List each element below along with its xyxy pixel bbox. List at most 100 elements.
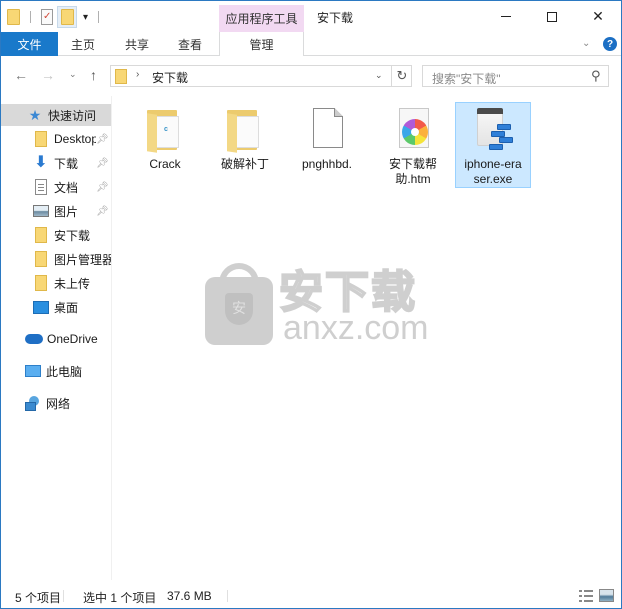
file-name: 破解补丁 <box>220 157 269 171</box>
navpane-item-label: Desktop <box>54 132 96 146</box>
folder-icon[interactable] <box>7 9 20 25</box>
navpane-item-label: 未上传 <box>54 276 91 291</box>
folder-icon <box>35 251 47 267</box>
pin-icon[interactable]: 📌︎ <box>96 206 109 217</box>
navigation-bar: ← → ⌄ ↑ › 安下载 ⌄ ↻ 搜索"安下载" ⚲ <box>1 57 621 95</box>
navpane-item-label: 快速访问 <box>48 108 97 123</box>
minimize-icon <box>501 16 511 17</box>
back-button[interactable]: ← <box>14 67 28 83</box>
maximize-button[interactable] <box>529 1 575 32</box>
blank-file-icon <box>303 106 351 154</box>
navpane-item-documents[interactable]: 文档 📌︎ <box>1 176 111 198</box>
navpane-item-this-pc[interactable]: 此电脑 <box>1 360 111 382</box>
folder-icon <box>115 69 127 84</box>
large-icons-view-icon[interactable] <box>599 589 614 602</box>
folder-icon <box>35 131 47 147</box>
navpane-item-label: 文档 <box>54 180 79 195</box>
tab-share[interactable]: 共享 <box>111 32 163 56</box>
address-bar[interactable]: › 安下载 ⌄ ↻ <box>110 65 412 87</box>
file-explorer-window: ▾ 应用程序工具 安下载 ✕ 文件 主页 共享 查看 管理 ⌄ ? ← → ⌄ … <box>0 0 622 609</box>
watermark-text-en: anxz.com <box>283 309 429 347</box>
shield-icon: 安 <box>225 293 253 325</box>
navpane-item-label: OneDrive <box>47 332 98 346</box>
tab-manage[interactable]: 管理 <box>219 32 304 56</box>
item-count: 5 个项目 <box>15 591 62 605</box>
navpane-item-label: 桌面 <box>54 300 79 315</box>
title-bar: ▾ 应用程序工具 安下载 ✕ <box>1 1 621 32</box>
maximize-icon <box>547 11 557 22</box>
file-item-pnghhbd[interactable]: pnghhbd. <box>289 102 365 188</box>
pin-icon[interactable]: 📌︎ <box>96 158 109 169</box>
navpane-item-onedrive[interactable]: OneDrive <box>1 328 111 350</box>
navpane-item-label: 图片管理器 <box>54 252 112 267</box>
search-box[interactable]: 搜索"安下载" ⚲ <box>422 65 609 87</box>
tab-view[interactable]: 查看 <box>165 32 215 56</box>
minimize-button[interactable] <box>483 1 529 32</box>
breadcrumb-separator-icon[interactable]: › <box>136 69 139 80</box>
navpane-item-label: 此电脑 <box>46 364 83 379</box>
html-file-icon <box>389 106 437 154</box>
navpane-item-label: 图片 <box>54 204 79 219</box>
this-pc-icon <box>25 365 41 377</box>
address-dropdown-icon[interactable]: ⌄ <box>375 70 383 81</box>
folder-icon: c <box>141 106 189 154</box>
file-name: pnghhbd. <box>301 157 353 171</box>
properties-icon[interactable] <box>41 9 53 25</box>
navpane-item-desktop[interactable]: Desktop 📌︎ <box>1 128 111 150</box>
new-folder-icon <box>60 9 74 25</box>
toolbar-separator <box>30 11 31 23</box>
application-icon <box>469 106 517 154</box>
navpane-item-label: 下载 <box>54 156 79 171</box>
up-button[interactable]: ↑ <box>90 67 97 83</box>
navpane-item-anxiazai[interactable]: 安下载 <box>1 224 111 246</box>
file-name: Crack <box>149 157 181 171</box>
pin-icon[interactable]: 📌︎ <box>96 182 109 193</box>
contextual-tab-group-label: 应用程序工具 <box>219 5 304 32</box>
refresh-button[interactable]: ↻ <box>391 66 412 86</box>
expand-ribbon-icon[interactable]: ⌄ <box>582 38 590 49</box>
recent-locations-button[interactable]: ⌄ <box>69 69 77 80</box>
navpane-item-label: 安下载 <box>54 228 91 243</box>
help-button[interactable]: ? <box>603 37 617 51</box>
file-item-help-htm[interactable]: 安下载帮助.htm <box>375 102 451 188</box>
navpane-item-label: 网络 <box>46 396 71 411</box>
onedrive-icon <box>25 334 43 344</box>
close-button[interactable]: ✕ <box>575 1 621 32</box>
search-input[interactable]: 搜索"安下载" <box>432 70 501 87</box>
breadcrumb-item[interactable]: 安下载 <box>152 69 188 86</box>
new-folder-button[interactable] <box>57 6 77 28</box>
file-item-crack[interactable]: c Crack <box>127 102 203 188</box>
folder-icon <box>35 227 47 243</box>
tab-home[interactable]: 主页 <box>59 32 107 56</box>
pictures-icon <box>33 205 49 217</box>
navpane-item-network[interactable]: 网络 <box>1 392 111 414</box>
navpane-item-pictures[interactable]: 图片 📌︎ <box>1 200 111 222</box>
file-item-crack-patch[interactable]: 破解补丁 <box>207 102 283 188</box>
navpane-item-downloads[interactable]: ⬇ 下载 📌︎ <box>1 152 111 174</box>
quick-access-toolbar: ▾ <box>7 6 105 28</box>
file-item-iphone-eraser[interactable]: iphone-eraser.exe <box>455 102 531 188</box>
customize-dropdown-icon[interactable]: ▾ <box>83 12 88 23</box>
close-icon: ✕ <box>592 8 604 24</box>
navpane-item-quick-access[interactable]: ★ 快速访问 <box>1 104 111 126</box>
desktop-icon <box>33 300 49 314</box>
navpane-item-picture-manager[interactable]: 图片管理器 <box>1 248 112 270</box>
toolbar-separator <box>98 11 100 23</box>
pin-icon[interactable]: 📌︎ <box>96 134 109 145</box>
folder-icon <box>35 275 47 291</box>
file-name: 安下载帮助.htm <box>388 157 437 186</box>
forward-button[interactable]: → <box>41 67 55 83</box>
star-icon: ★ <box>28 107 42 123</box>
search-icon[interactable]: ⚲ <box>591 68 601 84</box>
details-view-icon[interactable] <box>579 589 593 603</box>
ribbon-tabs: 文件 主页 共享 查看 管理 ⌄ ? <box>1 32 621 56</box>
status-bar: 5 个项目 选中 1 个项目 37.6 MB <box>1 584 621 608</box>
navpane-item-desktop-cn[interactable]: 桌面 <box>1 296 111 318</box>
document-icon <box>35 179 47 195</box>
network-icon <box>25 396 41 411</box>
window-title: 安下载 <box>317 11 354 25</box>
watermark-logo: 安 安下载 anxz.com <box>205 263 445 345</box>
tab-file[interactable]: 文件 <box>1 32 58 56</box>
navpane-item-not-uploaded[interactable]: 未上传 <box>1 272 111 294</box>
status-divider <box>63 590 64 602</box>
